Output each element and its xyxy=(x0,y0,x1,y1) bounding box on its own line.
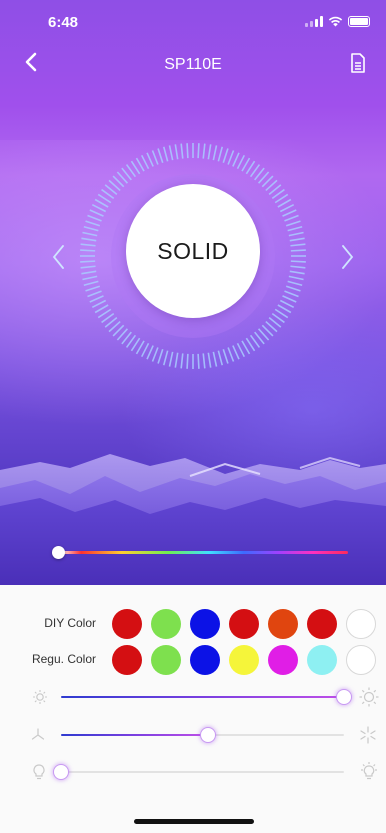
previous-mode-button[interactable] xyxy=(48,242,70,272)
document-icon[interactable] xyxy=(348,52,368,74)
empty-color-swatch[interactable] xyxy=(346,645,376,675)
color-swatch[interactable] xyxy=(151,609,181,639)
chevron-left-icon xyxy=(52,245,64,269)
color-swatch[interactable] xyxy=(307,645,337,675)
color-swatch[interactable] xyxy=(190,645,220,675)
brightness-fill xyxy=(61,696,344,698)
regular-color-label: Regu. Color xyxy=(31,652,96,666)
fan-large-icon xyxy=(360,726,376,744)
status-time: 6:48 xyxy=(48,14,79,31)
spectrum-track xyxy=(58,551,348,554)
chevron-right-icon xyxy=(342,245,354,269)
control-panel: DIY Color Regu. Color xyxy=(0,585,386,833)
brightness-knob[interactable] xyxy=(336,689,352,705)
battery-icon xyxy=(348,16,370,27)
white-track[interactable] xyxy=(53,764,344,780)
fan-small-icon xyxy=(31,728,45,740)
white-knob[interactable] xyxy=(53,764,69,780)
color-swatch[interactable] xyxy=(229,609,259,639)
speed-fill xyxy=(61,734,209,736)
diy-color-label: DIY Color xyxy=(44,616,96,630)
signal-icon xyxy=(305,16,323,27)
bulb-icon xyxy=(33,764,45,780)
color-swatch[interactable] xyxy=(268,645,298,675)
diy-color-row: DIY Color xyxy=(0,606,386,642)
color-swatch[interactable] xyxy=(151,645,181,675)
bulb-glow-icon xyxy=(361,762,377,780)
color-swatch[interactable] xyxy=(112,645,142,675)
spectrum-knob[interactable] xyxy=(52,546,65,559)
color-swatch[interactable] xyxy=(112,609,142,639)
mountains-illustration xyxy=(0,454,386,585)
status-bar: 6:48 xyxy=(0,0,386,44)
status-icons xyxy=(305,16,370,27)
diy-color-swatches xyxy=(112,609,376,639)
color-swatch[interactable] xyxy=(190,609,220,639)
color-swatch[interactable] xyxy=(307,609,337,639)
home-indicator[interactable] xyxy=(134,819,254,824)
color-swatch[interactable] xyxy=(268,609,298,639)
nav-bar: SP110E xyxy=(0,44,386,84)
color-spectrum-slider[interactable] xyxy=(52,544,350,560)
regular-color-row: Regu. Color xyxy=(0,642,386,678)
empty-color-swatch[interactable] xyxy=(346,609,376,639)
mode-button[interactable]: SOLID xyxy=(126,184,260,318)
sun-small-icon xyxy=(33,690,47,704)
next-mode-button[interactable] xyxy=(336,242,358,272)
brightness-slider-row xyxy=(0,682,386,712)
sun-large-icon xyxy=(359,687,379,707)
speed-knob[interactable] xyxy=(200,727,217,743)
color-swatch[interactable] xyxy=(229,645,259,675)
speed-track[interactable] xyxy=(61,727,344,743)
regular-color-swatches xyxy=(112,645,376,675)
brightness-track[interactable] xyxy=(61,689,352,705)
page-title: SP110E xyxy=(164,56,222,73)
speed-slider-row xyxy=(0,720,386,750)
wifi-icon xyxy=(328,16,343,27)
mode-label: SOLID xyxy=(157,237,229,264)
white-slider-row xyxy=(0,757,386,787)
